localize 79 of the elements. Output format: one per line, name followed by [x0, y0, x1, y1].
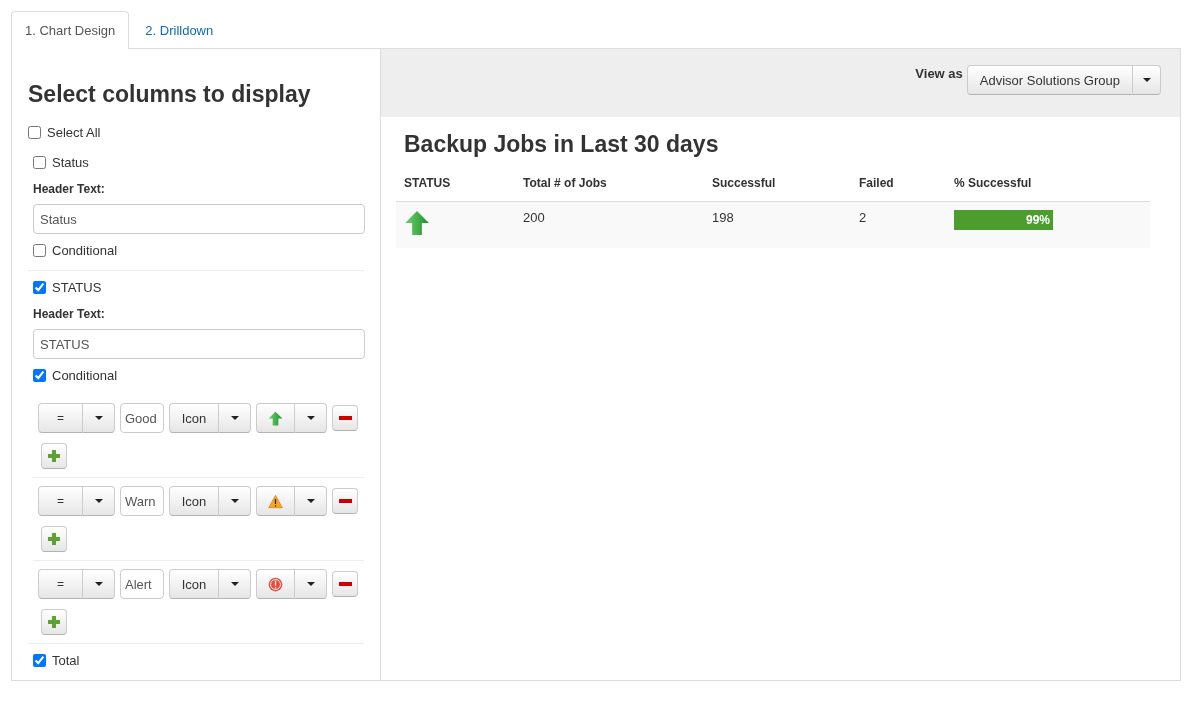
table-cell: 200: [515, 201, 704, 248]
display-dropdown[interactable]: Icon: [169, 403, 219, 433]
caret-icon: [306, 499, 315, 503]
remove-button[interactable]: [332, 488, 358, 514]
checkbox-label: Conditional: [52, 367, 118, 383]
checkbox[interactable]: [33, 243, 46, 257]
minus-icon: [338, 416, 352, 420]
checkbox[interactable]: [28, 125, 41, 139]
column-header: Total # of Jobs: [515, 176, 704, 202]
operator-dropdown[interactable]: =: [38, 569, 83, 599]
table-cell: 2: [851, 201, 946, 248]
dropdown-toggle[interactable]: [219, 569, 251, 599]
checkbox-label: STATUS: [52, 279, 102, 295]
panel-title: Select columns to display: [28, 81, 312, 108]
add-button[interactable]: [41, 609, 67, 635]
up-arrow-icon: [268, 410, 283, 426]
checkbox-label: Status: [52, 154, 89, 170]
plus-icon: [48, 450, 60, 462]
caret-icon: [306, 582, 315, 586]
table-cell: 198: [704, 201, 851, 248]
dropdown-toggle[interactable]: [295, 569, 327, 599]
value-field[interactable]: Alert: [120, 569, 164, 599]
caret-icon: [1142, 78, 1151, 82]
caret-icon: [94, 582, 103, 586]
display-dropdown[interactable]: Icon: [169, 486, 219, 516]
add-button[interactable]: [41, 526, 67, 552]
dropdown-toggle[interactable]: [295, 486, 327, 516]
checkbox-label: Total: [52, 652, 80, 668]
display-dropdown[interactable]: Icon: [169, 569, 219, 599]
caret-icon: [306, 416, 315, 420]
tab[interactable]: 1. Chart Design: [11, 11, 130, 49]
value-field[interactable]: Warn: [120, 486, 164, 516]
caret-icon: [230, 582, 239, 586]
warning-icon: [268, 493, 283, 509]
caret-icon: [230, 499, 239, 503]
tab[interactable]: 2. Drilldown: [131, 11, 228, 49]
remove-button[interactable]: [332, 405, 358, 431]
plus-icon: [48, 533, 60, 545]
checkbox[interactable]: [33, 155, 46, 169]
up-arrow-icon: [404, 210, 430, 236]
column-header: % Successful: [946, 176, 1150, 202]
minus-icon: [338, 582, 352, 586]
plus-icon: [48, 616, 60, 628]
dropdown-toggle[interactable]: [83, 403, 115, 433]
field-label: Header Text:: [33, 182, 106, 196]
column-header: STATUS: [396, 176, 515, 202]
value-field[interactable]: Good: [120, 403, 164, 433]
checkbox-label: Select All: [47, 124, 101, 140]
checkbox[interactable]: [33, 368, 46, 382]
icon-dropdown[interactable]: [256, 569, 295, 599]
remove-button[interactable]: [332, 571, 358, 597]
checkbox-label: Conditional: [52, 242, 118, 258]
caret-icon: [94, 416, 103, 420]
report-title: Backup Jobs in Last 30 days: [404, 131, 720, 158]
field-label: Header Text:: [33, 307, 106, 321]
checkbox[interactable]: [33, 653, 46, 667]
dropdown-toggle[interactable]: [219, 486, 251, 516]
icon-dropdown[interactable]: [256, 486, 295, 516]
dropdown-toggle[interactable]: [295, 403, 327, 433]
checkbox[interactable]: [33, 280, 46, 294]
caret-icon: [94, 499, 103, 503]
column-header: Failed: [851, 176, 946, 202]
view-as-dropdown[interactable]: Advisor Solutions Group: [966, 65, 1133, 95]
view-as-label: View as: [915, 66, 963, 81]
dropdown-toggle[interactable]: [1133, 65, 1161, 95]
dropdown-toggle[interactable]: [219, 403, 251, 433]
icon-dropdown[interactable]: [256, 403, 295, 433]
header-text-field[interactable]: STATUS: [33, 329, 365, 359]
alert-icon: [268, 576, 283, 592]
progress-bar: 99%: [954, 210, 1053, 230]
dropdown-toggle[interactable]: [83, 486, 115, 516]
operator-dropdown[interactable]: =: [38, 486, 83, 516]
caret-icon: [230, 416, 239, 420]
add-button[interactable]: [41, 443, 67, 469]
operator-dropdown[interactable]: =: [38, 403, 83, 433]
minus-icon: [338, 499, 352, 503]
dropdown-toggle[interactable]: [83, 569, 115, 599]
header-text-field[interactable]: Status: [33, 204, 365, 234]
column-header: Successful: [704, 176, 851, 202]
